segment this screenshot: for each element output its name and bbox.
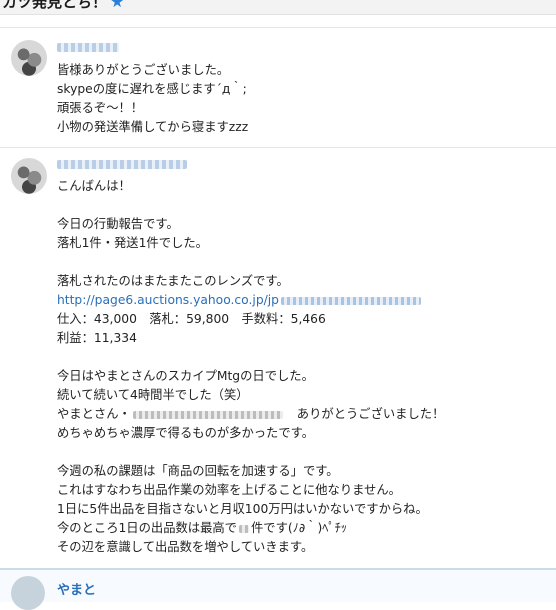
avatar[interactable]	[11, 576, 45, 610]
comment-line: めちゃめちゃ濃厚で得るものが多かったです。	[57, 426, 315, 440]
auction-link-line: http://page6.auctions.yahoo.co.jp/jp	[57, 291, 548, 310]
number-redacted	[238, 524, 249, 533]
comment-line: 利益：11,334	[57, 331, 137, 345]
comment-line: 1日に5件出品を目指さないと月収100万円はいかないですからね。	[57, 502, 428, 516]
comment: 皆様ありがとうございました。 skypeの度に遅れを感じます´д｀; 頑張るぞ～…	[0, 27, 556, 145]
comment-line: こんばんは！	[57, 179, 131, 193]
comment-line: 小物の発送準備してから寝ますzzz	[57, 120, 249, 134]
avatar[interactable]	[11, 158, 47, 194]
auction-link[interactable]: http://page6.auctions.yahoo.co.jp/jp	[57, 293, 279, 307]
comment-text: 件です(ﾉ∂｀)ﾍﾟﾁｯ	[250, 521, 347, 535]
comment-line: 今日の行動報告です。	[57, 217, 179, 231]
names-redacted	[132, 410, 283, 419]
link-redacted[interactable]	[281, 296, 421, 305]
comment-line: 今週の私の課題は「商品の回転を加速する」です。	[57, 464, 339, 478]
comment-line: 頑張るぞ～！！	[57, 101, 144, 115]
commenter-name-blurred[interactable]	[57, 43, 119, 52]
comment-line: 今のところ1日の出品数は最高で 件です(ﾉ∂｀)ﾍﾟﾁｯ	[57, 519, 548, 538]
star-icon: ★	[110, 0, 125, 11]
comment: こんばんは！ 今日の行動報告です。 落札1件・発送1件でした。 落札されたのはま…	[0, 147, 556, 566]
comment-line: 落札されたのはまたまたこのレンズです。	[57, 274, 289, 288]
comment-line: 続いて続いて4時間半でした（笑）	[57, 388, 249, 402]
comment-text: 今のところ1日の出品数は最高で	[57, 521, 237, 535]
comment-line: 今日はやまとさんのスカイプMtgの日でした。	[57, 369, 314, 383]
comment: やまと	[0, 568, 556, 610]
comment-line: その辺を意識して出品数を増やしていきます。	[57, 540, 314, 554]
comment-line: 仕入：43,000 落札：59,800 手数料：5,466	[57, 312, 326, 326]
page-title-text: カツ発見とち！	[2, 0, 108, 11]
comment-line: 皆様ありがとうございました。	[57, 63, 230, 77]
page-title: カツ発見とち！ ★	[2, 0, 124, 12]
comment-line: これはすなわち出品作業の効率を上げることに他なりません。	[57, 483, 401, 497]
comment-body: こんばんは！ 今日の行動報告です。 落札1件・発送1件でした。 落札されたのはま…	[57, 177, 548, 557]
comment-line: skypeの度に遅れを感じます´д｀;	[57, 82, 247, 96]
comment-line: やまとさん・ ありがとうございました！	[57, 405, 548, 424]
comment-text: ありがとうございました！	[296, 407, 445, 421]
avatar[interactable]	[11, 40, 47, 76]
commenter-name[interactable]: やまと	[57, 579, 96, 598]
comment-line: 落札1件・発送1件でした。	[57, 236, 208, 250]
comment-text: やまとさん・	[57, 407, 131, 421]
commenter-name-blurred[interactable]	[57, 160, 187, 169]
comment-body: 皆様ありがとうございました。 skypeの度に遅れを感じます´д｀; 頑張るぞ～…	[57, 61, 548, 137]
page-header: カツ発見とち！ ★	[0, 0, 556, 15]
